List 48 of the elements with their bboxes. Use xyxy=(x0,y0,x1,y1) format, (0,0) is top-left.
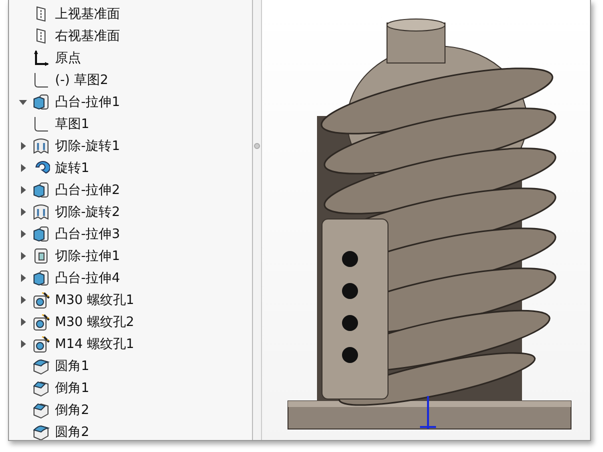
feature-tree-item[interactable]: 切除-旋转1 xyxy=(55,137,120,155)
feature-tree-item[interactable]: 倒角1 xyxy=(55,379,90,397)
sketch-icon xyxy=(32,71,50,89)
feature-tree-item[interactable]: 右视基准面 xyxy=(55,27,120,45)
splitter-handle[interactable] xyxy=(254,143,260,149)
feature-tree-item[interactable]: M30 螺纹孔1 xyxy=(55,291,134,309)
expand-arrow-icon[interactable] xyxy=(19,208,27,216)
extrude-icon xyxy=(32,93,50,111)
expand-arrow-icon[interactable] xyxy=(19,274,27,282)
expand-arrow-icon[interactable] xyxy=(19,164,27,172)
extrude-icon xyxy=(32,269,50,287)
hole-icon xyxy=(32,291,50,309)
origin-axes-icon xyxy=(32,49,50,67)
extrude-icon xyxy=(32,225,50,243)
feature-tree-item[interactable]: 凸台-拉伸3 xyxy=(55,225,120,243)
expand-arrow-icon[interactable] xyxy=(19,186,27,194)
feature-tree-item[interactable]: 原点 xyxy=(55,49,81,67)
expand-arrow-icon[interactable] xyxy=(19,340,27,348)
sketch-icon xyxy=(32,115,50,133)
feature-tree-item[interactable]: 切除-旋转2 xyxy=(55,203,120,221)
cut-revolve-icon xyxy=(32,203,50,221)
feature-tree-item[interactable]: M14 螺纹孔1 xyxy=(55,335,134,353)
expand-arrow-icon[interactable] xyxy=(19,296,27,304)
fillet-icon xyxy=(32,357,50,375)
expand-arrow-icon[interactable] xyxy=(19,252,27,260)
cut-extrude-icon xyxy=(32,247,50,265)
feature-tree-item[interactable]: 上视基准面 xyxy=(55,5,120,23)
expand-arrow-icon[interactable] xyxy=(19,318,27,326)
feature-tree-item[interactable]: 切除-拉伸1 xyxy=(55,247,120,265)
chamfer-icon xyxy=(32,379,50,397)
feature-tree-item[interactable]: 凸台-拉伸1 xyxy=(55,93,120,111)
chamfer-icon xyxy=(32,401,50,419)
feature-tree-item[interactable]: 凸台-拉伸2 xyxy=(55,181,120,199)
feature-tree-item[interactable]: 凸台-拉伸4 xyxy=(55,269,120,287)
feature-tree-item[interactable]: 旋转1 xyxy=(55,159,90,177)
expand-arrow-icon[interactable] xyxy=(19,230,27,238)
feature-tree-item[interactable]: 圆角2 xyxy=(55,423,90,440)
feature-tree-item[interactable]: 草图1 xyxy=(55,115,90,133)
extrude-icon xyxy=(32,181,50,199)
collapse-arrow-icon[interactable] xyxy=(19,98,27,106)
hole-icon xyxy=(32,313,50,331)
feature-tree-item[interactable]: M30 螺纹孔2 xyxy=(55,313,134,331)
cut-revolve-icon xyxy=(32,137,50,155)
feature-tree-item[interactable]: 圆角1 xyxy=(55,357,90,375)
hole-icon xyxy=(32,335,50,353)
expand-arrow-icon[interactable] xyxy=(19,142,27,150)
feature-tree-item[interactable]: 倒角2 xyxy=(55,401,90,419)
feature-tree-item[interactable]: (-) 草图2 xyxy=(55,71,108,89)
